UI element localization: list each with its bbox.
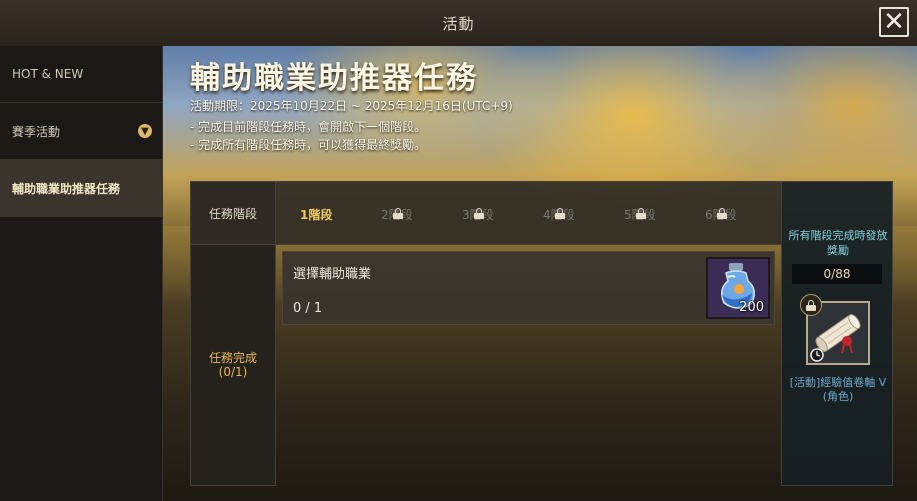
tab-stage-4[interactable]: 4階段 [543, 206, 575, 223]
task-reward-slot[interactable]: 200 [706, 257, 770, 319]
final-reward-item-name: [活動]經驗值卷軸 V (角色) [789, 376, 887, 403]
event-period: 活動期限：2025年10月22日 ~ 2025年12月16日(UTC+9) [190, 99, 513, 113]
stage-header-label: 任務階段 [208, 206, 257, 221]
final-reward-count: 0/88 [792, 264, 882, 284]
event-note: - 完成目前階段任務時，會開啟下一個階段。 [190, 120, 427, 134]
lock-icon [806, 299, 816, 311]
sidebar-item-label: 輔助職業助推器任務 [12, 181, 121, 196]
lock-icon [636, 208, 646, 219]
final-reward-lock [800, 294, 822, 316]
chevron-down-icon[interactable]: ▼ [138, 124, 152, 138]
event-title: 輔助職業助推器任務 [190, 61, 478, 96]
lock-icon [717, 208, 727, 219]
sidebar-item-season-events[interactable]: 賽季活動 ▼ [0, 103, 162, 160]
tab-label: 1階段 [300, 208, 333, 222]
task-progress: 0 / 1 [293, 301, 323, 316]
lock-icon [555, 208, 565, 219]
sidebar-item-support-booster[interactable]: 輔助職業助推器任務 [0, 160, 162, 217]
tab-stage-6[interactable]: 6階段 [705, 206, 737, 223]
task-row: 選擇輔助職業 0 / 1 200 [282, 251, 775, 325]
window-title: 活動 [442, 14, 475, 33]
event-note: - 完成所有階段任務時，可以獲得最終獎勵。 [190, 138, 427, 152]
lock-icon [474, 208, 484, 219]
tab-stage-1[interactable]: 1階段 [300, 206, 332, 223]
sidebar-item-label: 賽季活動 [12, 124, 61, 139]
final-reward-title: 所有階段完成時發放獎勵 [788, 229, 888, 257]
stage-status-label: 任務完成 [208, 351, 257, 365]
stage-tabs: 1階段 2階段 3階段 4階段 5階段 6階段 [276, 181, 781, 245]
close-icon: ✕ [883, 7, 905, 37]
task-name: 選擇輔助職業 [293, 267, 372, 282]
reward-quantity: 200 [739, 300, 764, 315]
sidebar-item-label: HOT & NEW [12, 67, 84, 81]
stage-status-column: 任務完成 (0/1) [190, 244, 276, 486]
close-button[interactable]: ✕ [879, 7, 909, 37]
stage-status: 任務完成 (0/1) [191, 351, 275, 379]
tab-stage-2[interactable]: 2階段 [381, 206, 413, 223]
stage-header: 任務階段 [190, 181, 276, 245]
final-reward-panel: 所有階段完成時發放獎勵 0/88 [活動]經驗值卷軸 V (角色) [781, 181, 893, 486]
sidebar: HOT & NEW 賽季活動 ▼ 輔助職業助推器任務 [0, 46, 163, 501]
sidebar-item-hot-new[interactable]: HOT & NEW [0, 46, 162, 103]
lock-icon [393, 208, 403, 219]
tab-stage-5[interactable]: 5階段 [624, 206, 656, 223]
stage-status-count: (0/1) [218, 365, 248, 379]
tab-stage-3[interactable]: 3階段 [462, 206, 494, 223]
window-titlebar: 活動 ✕ [0, 0, 917, 47]
